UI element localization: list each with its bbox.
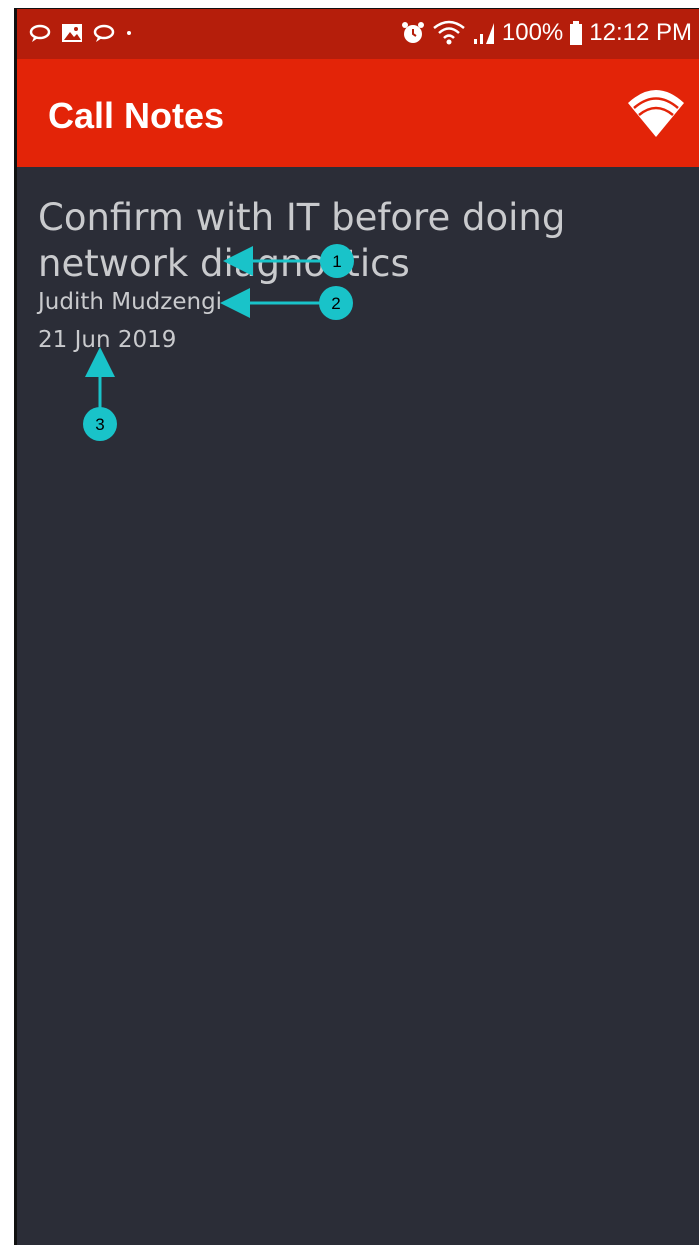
notification-icons: [29, 22, 133, 44]
chat-bubble-icon: [93, 24, 115, 42]
phone-screen: 100% 12:12 PM Call Notes Confirm with IT…: [14, 8, 699, 1245]
status-bar: 100% 12:12 PM: [17, 9, 699, 59]
note-title[interactable]: Confirm with IT before doing network dia…: [38, 195, 678, 287]
image-icon: [62, 24, 82, 42]
clock: 12:12 PM: [589, 19, 692, 46]
alarm-icon: [401, 22, 424, 43]
battery-icon: [570, 21, 583, 45]
app-bar: Call Notes: [17, 59, 699, 167]
wifi-signal-icon: [433, 20, 465, 45]
wifi-icon[interactable]: [626, 87, 686, 139]
system-status: 100% 12:12 PM: [400, 19, 692, 47]
chat-bubble-icon: [29, 24, 51, 42]
page-title: Call Notes: [48, 95, 225, 136]
note-date: 21 Jun 2019: [38, 327, 177, 353]
dot-icon: [127, 31, 131, 35]
battery-percent: 100%: [501, 19, 564, 46]
cell-signal-icon: [473, 23, 494, 44]
note-author: Judith Mudzengi: [38, 289, 223, 315]
